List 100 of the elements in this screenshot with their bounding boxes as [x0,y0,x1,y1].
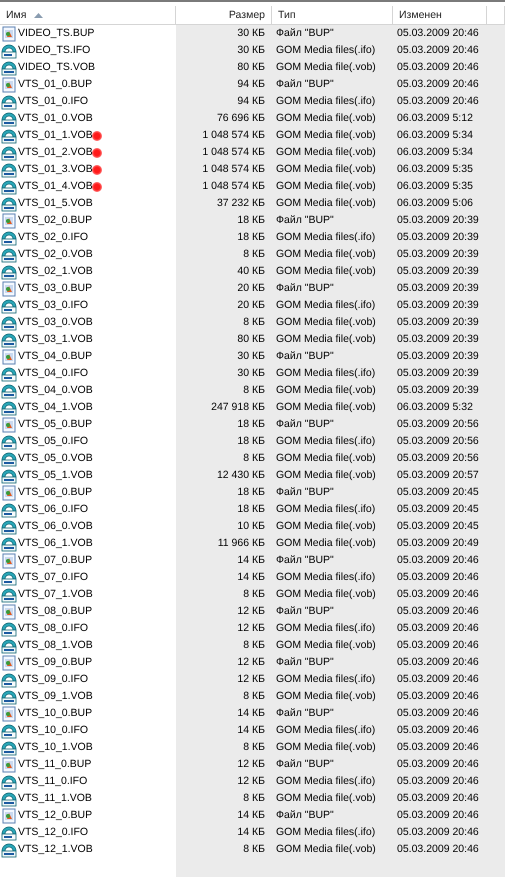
file-name[interactable]: VIDEO_TS.VOB [0,59,96,76]
file-name[interactable]: VTS_07_0.IFO [0,569,88,586]
media-file-icon [1,382,17,398]
file-name[interactable]: VTS_08_0.BUP [0,603,92,620]
file-name[interactable]: VTS_04_0.BUP [0,348,92,365]
file-size: 14 КБ [236,723,266,738]
file-name[interactable]: VTS_01_5.VOB [0,195,93,212]
file-name[interactable]: VTS_06_0.IFO [0,501,88,518]
file-name[interactable]: VTS_11_0.IFO [0,773,88,790]
file-name[interactable]: VTS_08_0.IFO [0,620,88,637]
file-name[interactable]: VTS_01_2.VOB [0,144,102,161]
file-name[interactable]: VTS_08_1.VOB [0,637,93,654]
file-name[interactable]: VTS_02_0.BUP [0,212,92,229]
file-name[interactable]: VTS_07_0.BUP [0,552,92,569]
file-name[interactable]: VTS_03_0.BUP [0,280,92,297]
modified-date: 05.03.2009 20:46 [396,655,480,670]
file-name[interactable]: VTS_10_0.IFO [0,722,88,739]
disc-file-icon [1,824,17,840]
document-icon [1,76,17,92]
file-name[interactable]: VTS_01_0.VOB [0,110,93,127]
file-name[interactable]: VTS_12_0.IFO [0,824,88,841]
file-name[interactable]: VTS_04_0.IFO [0,365,88,382]
disc-file-icon [1,774,17,790]
file-name[interactable]: VTS_05_0.VOB [0,450,93,467]
file-type: GOM Media file(.vob) [275,587,377,602]
file-name-text: VTS_04_0.IFO [18,366,88,381]
modified-date: 06.03.2009 5:34 [396,145,474,160]
file-name[interactable]: VTS_09_0.IFO [0,671,88,688]
file-type: Файл "BUP" [275,604,335,619]
file-name[interactable]: VTS_11_1.VOB [0,790,92,807]
disc-file-icon [1,722,17,738]
file-name[interactable]: VTS_02_1.VOB [0,263,93,280]
file-type: GOM Media file(.vob) [275,179,377,194]
file-name[interactable]: VTS_12_0.BUP [0,807,92,824]
file-name-text: VTS_04_0.VOB [18,383,93,398]
file-name[interactable]: VTS_04_1.VOB [0,399,93,416]
file-name[interactable]: VTS_02_0.IFO [0,229,88,246]
file-size: 20 КБ [236,298,266,313]
file-name[interactable]: VTS_06_1.VOB [0,535,93,552]
file-name[interactable]: VIDEO_TS.IFO [0,42,90,59]
file-size: 11 966 КБ [216,536,266,551]
media-file-icon [1,638,17,654]
file-name[interactable]: VTS_12_1.VOB [0,841,93,858]
disc-file-icon [1,672,17,688]
media-file-icon [1,450,17,466]
file-name[interactable]: VTS_11_0.BUP [0,756,92,773]
media-file-icon [1,60,17,76]
file-name-text: VTS_08_1.VOB [18,638,93,653]
file-type: GOM Media file(.vob) [275,468,377,483]
file-name[interactable]: VTS_05_1.VOB [0,467,93,484]
file-name[interactable]: VTS_02_0.VOB [0,246,93,263]
file-name[interactable]: VTS_10_1.VOB [0,739,93,756]
file-name[interactable]: VTS_09_0.BUP [0,654,92,671]
file-name[interactable]: VTS_10_0.BUP [0,705,92,722]
modified-date: 06.03.2009 5:12 [396,111,474,126]
modified-date: 05.03.2009 20:46 [396,60,480,75]
file-size: 12 КБ [236,655,266,670]
file-name[interactable]: VTS_06_0.VOB [0,518,93,535]
file-size: 12 КБ [236,604,266,619]
file-name[interactable]: VTS_05_0.BUP [0,416,92,433]
file-type: GOM Media file(.vob) [275,162,377,177]
file-name-text: VTS_01_0.VOB [18,111,93,126]
file-type: Файл "BUP" [275,349,335,364]
file-name[interactable]: VTS_05_0.IFO [0,433,88,450]
file-name-text: VTS_01_4.VOB [18,179,93,194]
file-type: GOM Media files(.ifo) [275,366,376,381]
media-file-icon [1,468,17,484]
file-name[interactable]: VTS_01_1.VOB [0,127,102,144]
file-name[interactable]: VTS_01_0.BUP [0,76,92,93]
file-name-text: VIDEO_TS.IFO [18,43,90,58]
file-type: GOM Media file(.vob) [275,400,377,415]
modified-date: 05.03.2009 20:46 [396,553,480,568]
file-name-text: VTS_02_1.VOB [18,264,93,279]
document-icon [1,416,17,432]
file-name[interactable]: VTS_04_0.VOB [0,382,93,399]
document-icon [1,280,17,296]
file-name[interactable]: VTS_01_3.VOB [0,161,102,178]
file-size: 8 КБ [242,451,266,466]
file-size: 14 КБ [236,570,266,585]
file-name[interactable]: VIDEO_TS.BUP [0,25,94,42]
file-size: 14 КБ [236,825,266,840]
file-name-text: VTS_12_0.BUP [18,808,92,823]
modified-date: 05.03.2009 20:46 [396,774,480,789]
file-name[interactable]: VTS_09_1.VOB [0,688,93,705]
file-type: GOM Media file(.vob) [275,264,377,279]
file-name-text: VTS_05_0.BUP [18,417,92,432]
file-name[interactable]: VTS_03_0.VOB [0,314,93,331]
file-size: 30 КБ [236,26,266,41]
file-name[interactable]: VTS_03_0.IFO [0,297,88,314]
file-type: Файл "BUP" [275,706,335,721]
file-name[interactable]: VTS_01_0.IFO [0,93,88,110]
modified-date: 05.03.2009 20:45 [396,502,480,517]
file-name[interactable]: VTS_03_1.VOB [0,331,93,348]
file-name-text: VTS_07_1.VOB [18,587,93,602]
modified-date: 05.03.2009 20:57 [396,468,480,483]
file-name[interactable]: VTS_01_4.VOB [0,178,102,195]
media-file-icon [1,740,17,756]
file-type: GOM Media file(.vob) [275,638,377,653]
file-name[interactable]: VTS_06_0.BUP [0,484,92,501]
file-name[interactable]: VTS_07_1.VOB [0,586,93,603]
